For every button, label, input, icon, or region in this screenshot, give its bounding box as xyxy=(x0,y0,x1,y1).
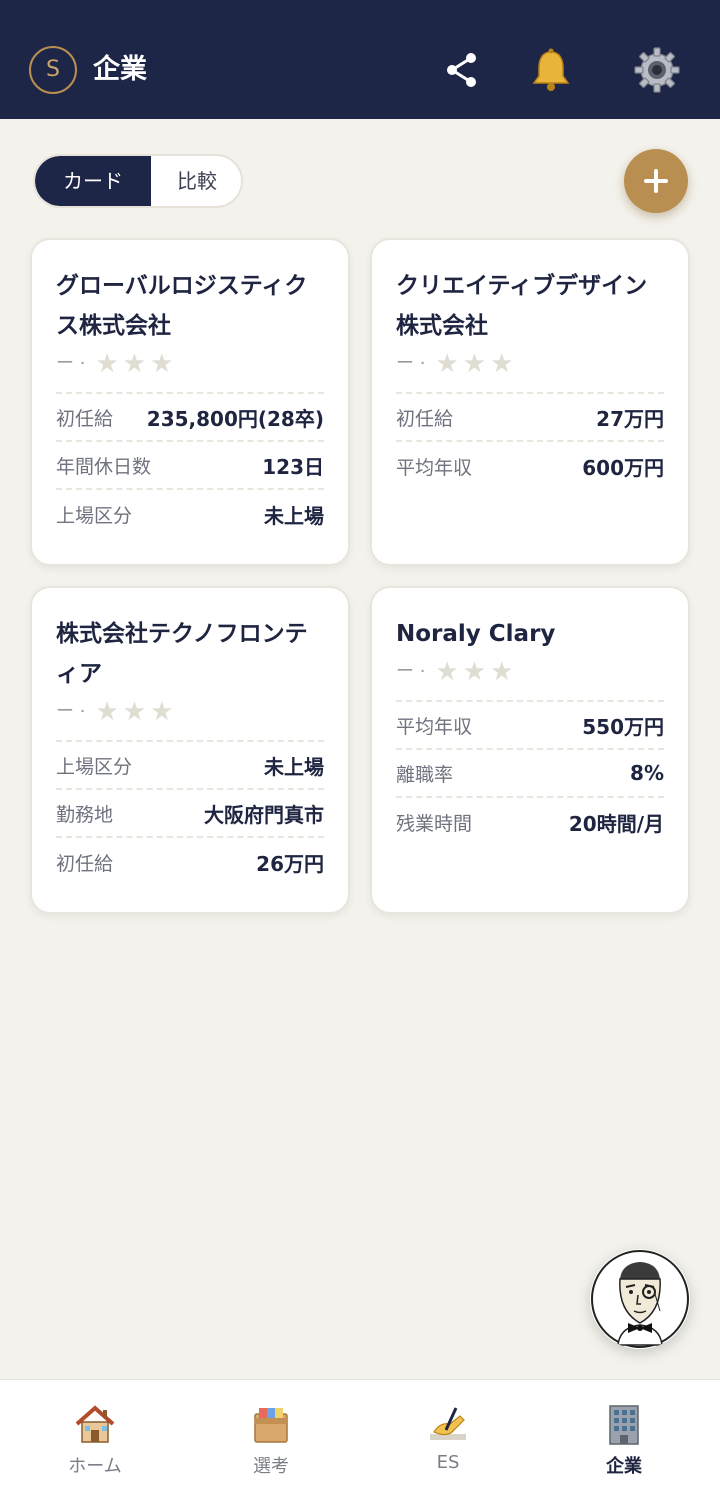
row-label: 初任給 xyxy=(396,407,454,430)
star-icon[interactable]: ★ xyxy=(435,346,458,382)
monocle-gentleman-icon xyxy=(591,1250,689,1348)
info-row: 残業時間 20時間/月 xyxy=(396,798,664,846)
rating-text: ー · xyxy=(396,353,426,374)
info-row: 上場区分 未上場 xyxy=(56,490,324,538)
row-value: 8% xyxy=(630,761,664,785)
star-icon[interactable]: ★ xyxy=(150,346,173,382)
row-label: 平均年収 xyxy=(396,715,473,738)
tab-label: ホーム xyxy=(68,1456,122,1477)
info-row: 初任給 26万円 xyxy=(56,838,324,886)
company-name: Noraly Clary xyxy=(396,621,556,647)
row-label: 平均年収 xyxy=(396,456,473,479)
tab-companies[interactable]: 企業 xyxy=(564,1402,684,1478)
company-name: グローバルロジスティクス株式会社 xyxy=(56,273,308,339)
tab-label: ES xyxy=(436,1452,460,1473)
row-value: 26万円 xyxy=(256,851,324,876)
view-toggle: カード 比較 xyxy=(33,154,243,208)
info-row: 勤務地 大阪府門真市 xyxy=(56,790,324,838)
tab-home[interactable]: ホーム xyxy=(35,1402,155,1478)
file-box-icon xyxy=(254,1408,288,1443)
info-row: 初任給 27万円 xyxy=(396,394,664,442)
rating: ー · ★ ★ ★ xyxy=(396,346,664,382)
row-value: 27万円 xyxy=(596,406,664,431)
rating-text: ー · xyxy=(56,701,86,722)
info-row: 年間休日数 123日 xyxy=(56,442,324,490)
info-row: 上場区分 未上場 xyxy=(56,742,324,790)
office-building-icon xyxy=(609,1405,639,1445)
gear-icon[interactable] xyxy=(633,46,681,94)
row-value: 20時間/月 xyxy=(568,811,664,836)
star-icon[interactable]: ★ xyxy=(463,346,486,382)
row-label: 残業時間 xyxy=(396,812,473,835)
bell-icon[interactable] xyxy=(527,46,575,94)
app-header: S 企業 xyxy=(0,0,720,119)
user-avatar[interactable]: S xyxy=(29,46,77,94)
info-row: 離職率 8% xyxy=(396,750,664,798)
row-value: 123日 xyxy=(262,454,324,479)
bottom-tab-bar: ホーム 選考 ES 企業 xyxy=(0,1379,720,1491)
assistant-mascot-button[interactable] xyxy=(590,1249,690,1349)
star-icon[interactable]: ★ xyxy=(95,694,118,730)
rating: ー · ★ ★ ★ xyxy=(396,654,664,690)
compare-view-tab[interactable]: 比較 xyxy=(151,156,241,206)
company-card[interactable]: クリエイティブデザイン株式会社 ー · ★ ★ ★ 初任給 27万円 平均年収 … xyxy=(370,238,690,566)
info-row: 平均年収 600万円 xyxy=(396,442,664,490)
share-icon[interactable] xyxy=(438,46,486,94)
rating-text: ー · xyxy=(56,353,86,374)
add-company-button[interactable] xyxy=(624,149,688,213)
star-icon[interactable]: ★ xyxy=(123,694,146,730)
row-label: 初任給 xyxy=(56,407,114,430)
row-label: 年間休日数 xyxy=(56,455,152,478)
star-icon[interactable]: ★ xyxy=(123,346,146,382)
row-label: 勤務地 xyxy=(56,803,114,826)
row-value: 大阪府門真市 xyxy=(204,802,324,827)
tab-selection[interactable]: 選考 xyxy=(211,1402,331,1478)
star-icon[interactable]: ★ xyxy=(95,346,118,382)
row-value: 未上場 xyxy=(264,503,324,528)
star-icon[interactable]: ★ xyxy=(435,654,458,690)
company-card[interactable]: Noraly Clary ー · ★ ★ ★ 平均年収 550万円 離職率 8%… xyxy=(370,586,690,914)
row-value: 未上場 xyxy=(264,754,324,779)
rating: ー · ★ ★ ★ xyxy=(56,694,324,730)
star-icon[interactable]: ★ xyxy=(490,346,513,382)
company-name: クリエイティブデザイン株式会社 xyxy=(396,273,648,339)
tab-label: 選考 xyxy=(253,1456,289,1477)
page-title: 企業 xyxy=(93,54,147,85)
writing-hand-icon xyxy=(430,1407,466,1440)
row-value: 235,800円(28卒) xyxy=(146,406,324,431)
row-value: 600万円 xyxy=(582,455,664,480)
rating-text: ー · xyxy=(396,661,426,682)
info-row: 平均年収 550万円 xyxy=(396,702,664,750)
row-label: 離職率 xyxy=(396,763,454,786)
row-label: 上場区分 xyxy=(56,504,133,527)
info-row: 初任給 235,800円(28卒) xyxy=(56,394,324,442)
company-card[interactable]: 株式会社テクノフロンティア ー · ★ ★ ★ 上場区分 未上場 勤務地 大阪府… xyxy=(30,586,350,914)
star-icon[interactable]: ★ xyxy=(490,654,513,690)
company-name: 株式会社テクノフロンティア xyxy=(56,621,308,687)
tab-label: 企業 xyxy=(606,1456,642,1477)
row-label: 上場区分 xyxy=(56,755,133,778)
star-icon[interactable]: ★ xyxy=(150,694,173,730)
tab-es[interactable]: ES xyxy=(388,1402,508,1473)
star-icon[interactable]: ★ xyxy=(463,654,486,690)
row-value: 550万円 xyxy=(582,714,664,739)
rating: ー · ★ ★ ★ xyxy=(56,346,324,382)
company-card[interactable]: グローバルロジスティクス株式会社 ー · ★ ★ ★ 初任給 235,800円(… xyxy=(30,238,350,566)
row-label: 初任給 xyxy=(56,852,114,875)
card-view-tab[interactable]: カード xyxy=(35,156,151,206)
house-icon xyxy=(75,1405,115,1443)
